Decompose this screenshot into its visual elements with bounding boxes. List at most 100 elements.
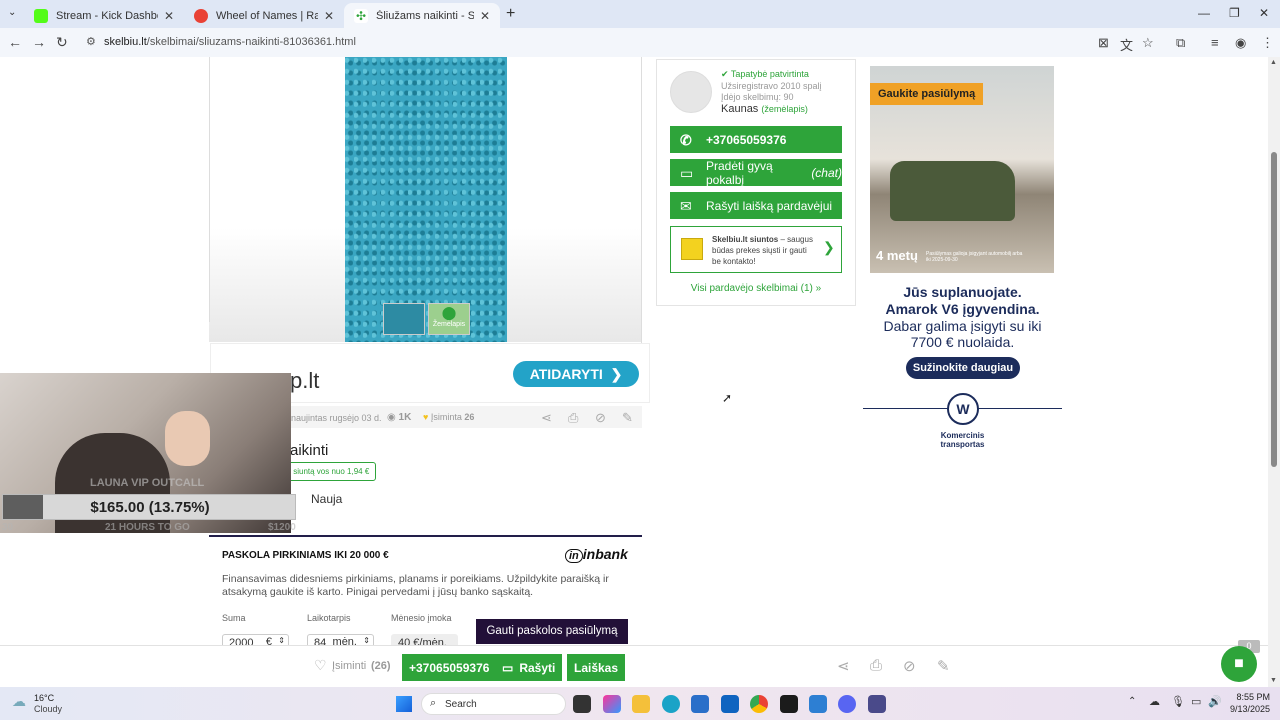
chrome-icon[interactable] [750,695,768,713]
weather-label[interactable]: Cloudy [34,704,62,714]
ad-brand-2: transportas [940,440,985,449]
url-path: /skelbimai/sliuzams-naikinti-81036361.ht… [146,36,356,48]
close-icon[interactable]: ✕ [164,9,174,23]
ad-fine-print: Pasiūlymas galioja įsigyjant automobilį … [926,251,1023,263]
url-field[interactable]: skelbiu.lt/skelbimai/sliuzams-naikinti-8… [104,36,356,48]
bottom-write-button[interactable]: ▭ Rašyti [495,654,563,681]
tab-search-icon[interactable]: ⌄ [8,7,16,18]
share-icon[interactable]: ⋖ [837,657,850,675]
taskbar-search[interactable]: ⌕ Search [421,693,566,715]
scroll-up-icon[interactable]: ▲ [1270,59,1277,66]
tab-title: Wheel of Names | Random nam [216,9,318,22]
menu-icon[interactable]: ⋮ [1261,35,1274,51]
tab-wheel-of-names[interactable]: Wheel of Names | Random nam ✕ [184,3,344,28]
ad-sub-2: 7700 € nuolaida. [910,334,1015,350]
bottom-mail-button[interactable]: Laiškas [567,654,626,681]
bookmark-star-icon[interactable]: ☆ [1142,35,1154,51]
file-explorer-icon[interactable] [632,695,650,713]
inbank-logo: in inbank [565,546,628,563]
scroll-down-icon[interactable]: ▼ [1270,677,1277,684]
start-chat-button[interactable]: ▭ Pradėti gyvą pokalbį (chat) [670,158,842,187]
translate-icon[interactable]: 文 [1120,35,1133,54]
chevron-right-icon: ❯ [610,365,623,382]
extensions-icon[interactable]: ⧉ [1176,35,1185,51]
call-phone-button[interactable]: ✆ +37065059376 [670,126,842,153]
photo-thumbnail[interactable] [383,303,425,335]
edge-icon[interactable] [662,695,680,713]
mic-icon[interactable]: 🎙 [1171,695,1185,708]
seller-map-link[interactable]: (žemėlapis) [761,104,808,114]
chevron-right-icon: ❯ [823,239,835,255]
profile-icon[interactable]: ◉ [1235,35,1246,51]
tab-kick[interactable]: Stream - Kick Dashboard ✕ [24,3,184,28]
get-loan-button[interactable]: Gauti paskolos pasiūlymą [476,619,628,644]
open-ad-button[interactable]: ATIDARYTI ❯ [513,361,639,387]
ad-badge: Gaukite pasiūlymą [870,83,984,105]
eye-icon: ◉ [387,412,396,423]
edit-icon[interactable]: ✎ [937,657,950,675]
task-view-icon[interactable] [573,695,591,713]
ad-headline-1: Jūs suplanuojate. [903,284,1022,300]
tray-chevron-icon[interactable]: ⌃ [1128,696,1136,707]
new-tab-icon[interactable]: + [506,5,515,23]
display-icon[interactable]: ▭ [1191,695,1201,708]
outlook-icon[interactable] [721,695,739,713]
clock-time[interactable]: 8:55 PM [1226,692,1270,702]
restore-icon[interactable]: ❐ [1229,6,1240,20]
map-thumbnail[interactable]: ⬤ Žemėlapis [428,303,470,335]
app-icon[interactable] [868,695,886,713]
close-icon[interactable]: ✕ [324,9,334,23]
saved-label: Įsiminta [430,412,462,422]
photos-icon[interactable] [809,695,827,713]
all-seller-ads-link[interactable]: Visi pardavėjo skelbimai (1) » [656,283,856,294]
bottom-phone-button[interactable]: +37065059376 [402,654,497,681]
clock-date[interactable]: 9/13/2025 [1220,704,1270,714]
scrollbar-thumb[interactable] [1271,152,1277,467]
page-scrollbar[interactable]: ▲ ▼ [1268,57,1280,687]
seller-city: Kaunas [721,103,759,115]
listing-photo[interactable] [345,57,507,342]
weather-temp[interactable]: 16°C [34,693,54,703]
tab-skelbiu[interactable]: ✣ Šliužams naikinti - Skelbiu.lt ✕ [344,3,500,28]
skelbiu-icon: ✣ [354,8,368,23]
listing-condition: Nauja [311,492,343,506]
shipping-promo[interactable]: Skelbiu.lt siuntos – saugus būdas prekes… [670,226,842,273]
report-icon[interactable]: ⊘ [595,410,606,426]
verified-text: Tapatybė patvirtinta [730,69,809,79]
ad-cta-button[interactable]: Sužinokite daugiau [906,357,1020,379]
camera-blocked-icon[interactable]: ⊠ [1098,35,1109,51]
reading-list-icon[interactable]: ≡ [1211,35,1219,50]
bottom-phone-number: +37065059376 [409,660,490,675]
share-icon[interactable]: ⋖ [541,410,552,426]
copilot-icon[interactable] [603,695,621,713]
report-icon[interactable]: ⊘ [903,657,916,675]
print-icon[interactable]: ⎙ [870,657,882,674]
minimize-icon[interactable]: — [1198,6,1210,20]
write-email-button[interactable]: ✉ Rašyti laišką pardavėjui [670,192,842,219]
site-info-icon[interactable]: ⚙ [86,35,96,48]
page-content: ⬤ Žemėlapis ✔ Tapatybė patvirtinta Užsir… [0,57,1268,687]
store-icon[interactable] [691,695,709,713]
floating-chat-button[interactable]: ■ [1221,646,1257,682]
save-label[interactable]: Įsiminti [332,660,366,672]
vw-logo-icon: W [947,393,979,425]
terminal-icon[interactable] [780,695,798,713]
chat-label: Pradėti gyvą pokalbį [706,158,773,187]
goal-time-left: 21 HOURS TO GO [105,522,190,533]
discord-icon[interactable] [838,695,856,713]
vw-ad[interactable]: Gaukite pasiūlymą 4 metų Pasiūlymas gali… [863,58,1062,458]
chat-bubble-icon: ■ [1234,655,1244,672]
onedrive-icon[interactable]: ☁ [1149,695,1160,708]
reload-icon[interactable]: ↻ [56,34,68,51]
windows-start-icon[interactable] [396,696,412,712]
edit-icon[interactable]: ✎ [622,410,633,426]
close-icon[interactable]: ✕ [480,9,490,23]
stepper-icon: ⇕ [278,636,285,645]
print-icon[interactable]: ⎙ [568,410,578,426]
close-window-icon[interactable]: ✕ [1259,6,1269,20]
url-host: skelbiu.lt [104,36,147,48]
forward-icon[interactable]: → [32,34,46,50]
map-pin-icon: ⬤ [441,305,457,320]
heart-outline-icon[interactable]: ♡ [314,657,327,674]
back-icon[interactable]: ← [8,34,22,50]
